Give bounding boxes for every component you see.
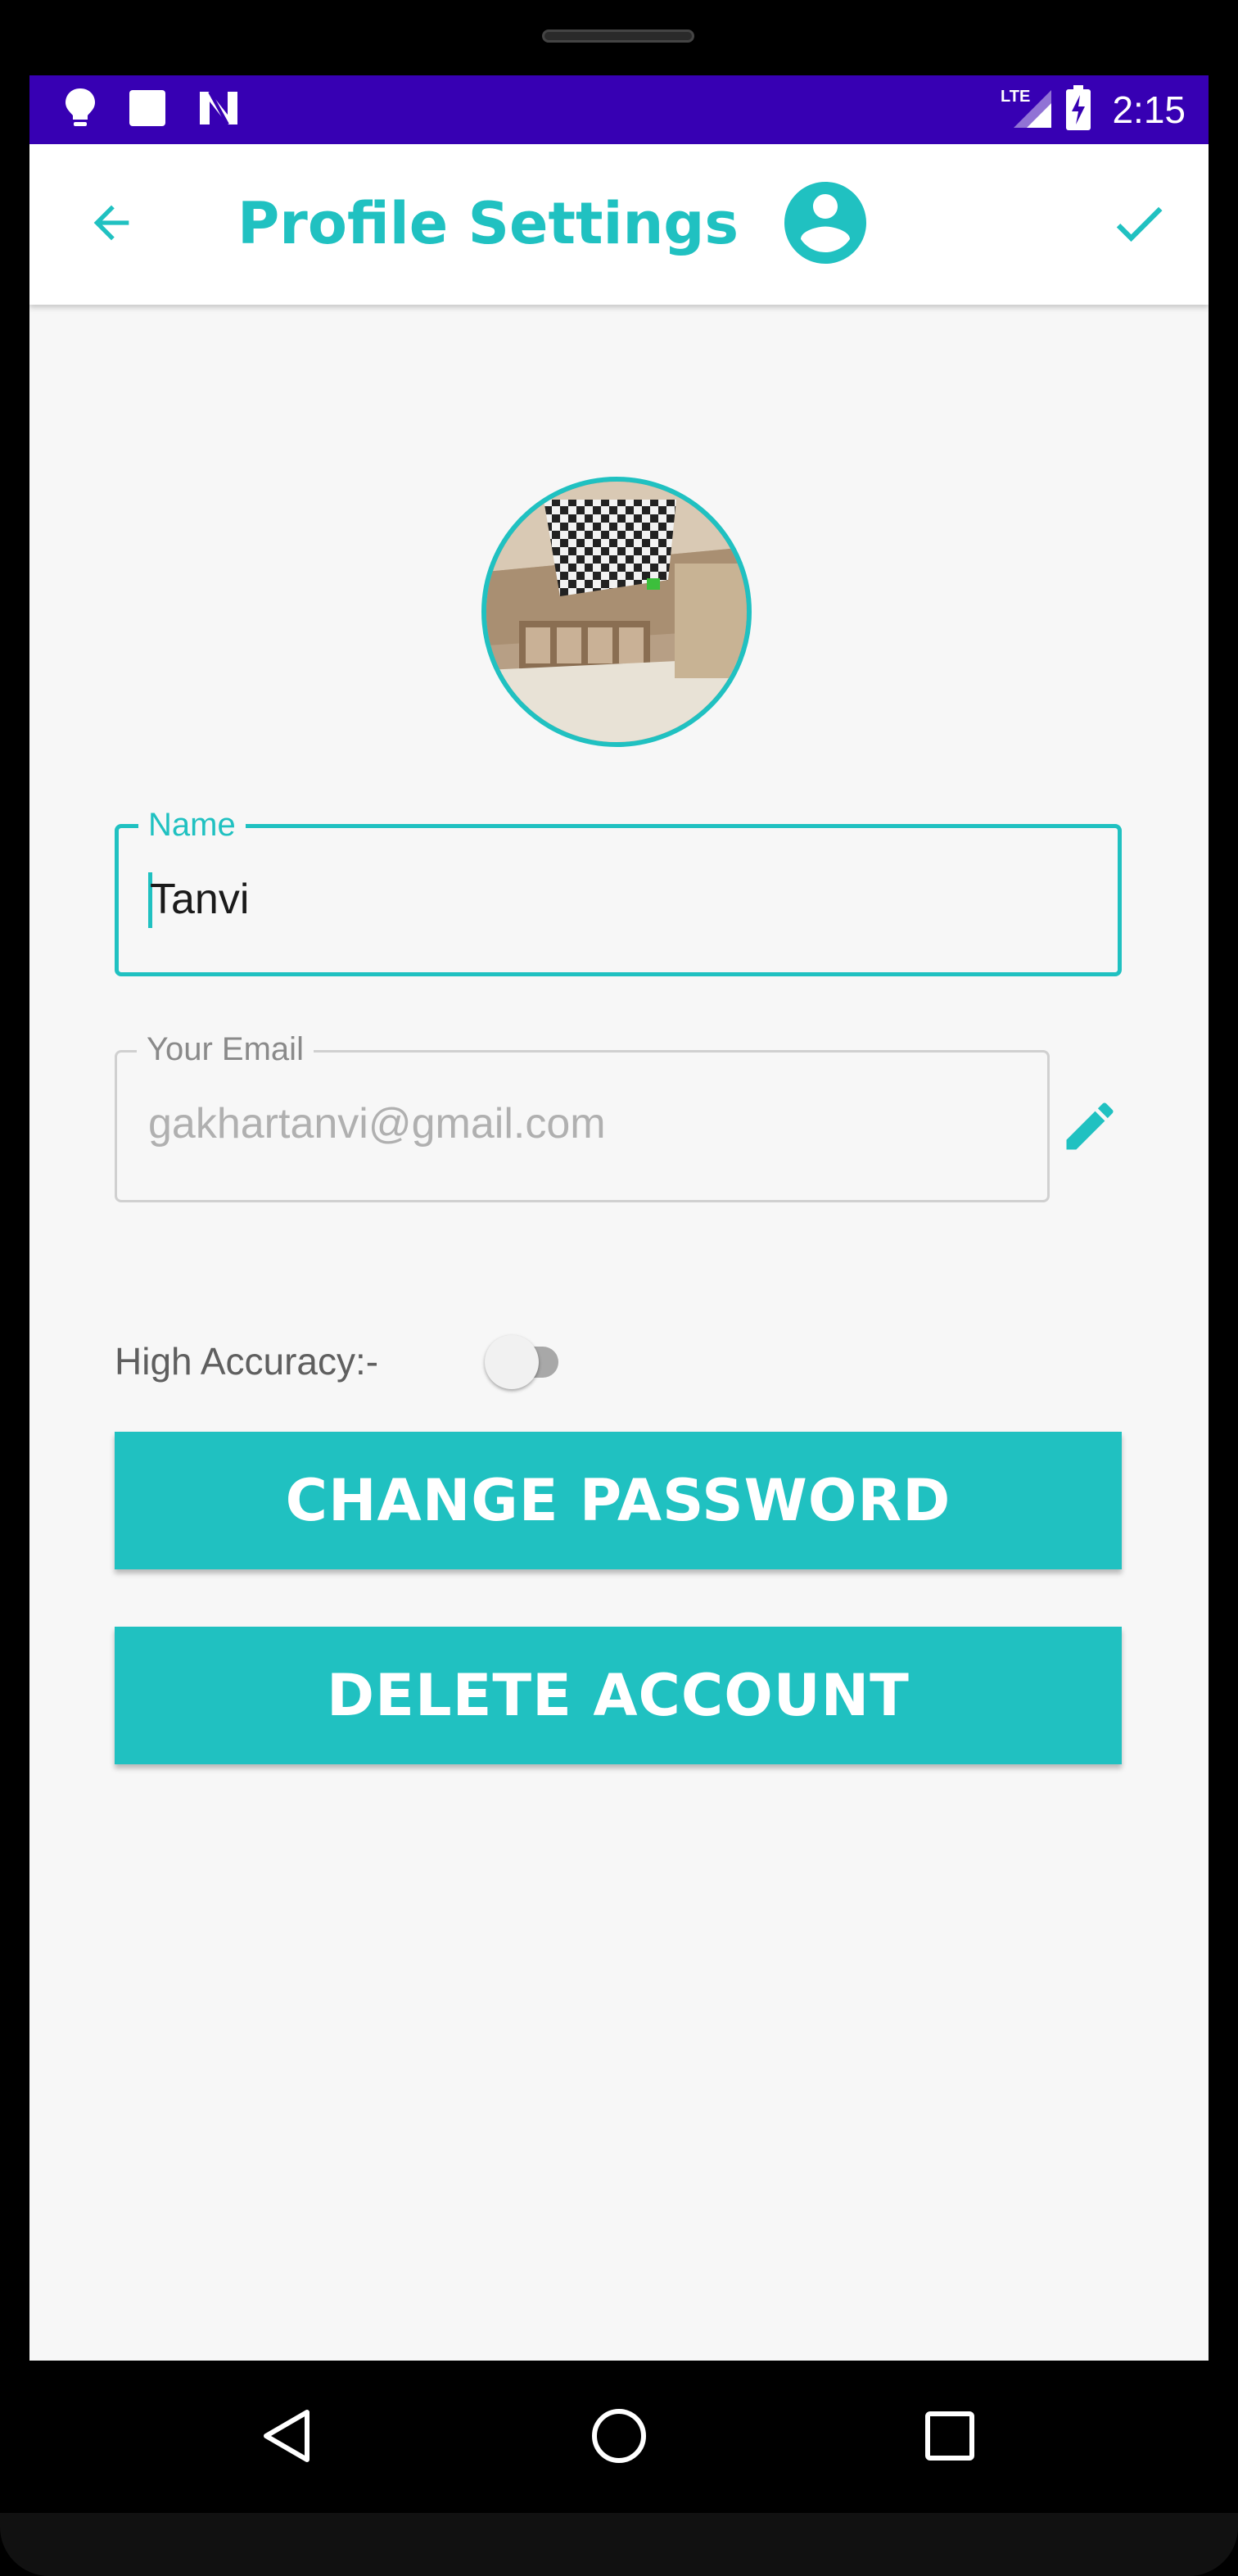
nav-recents-icon	[924, 2411, 975, 2465]
account-circle-icon	[776, 174, 874, 272]
nav-home-icon	[590, 2406, 648, 2470]
notification-icons	[62, 88, 241, 131]
high-accuracy-label: High Accuracy:-	[115, 1340, 379, 1383]
nav-recents-button[interactable]	[910, 2398, 989, 2477]
speaker-grille	[542, 29, 694, 43]
check-icon	[1108, 192, 1170, 259]
lightbulb-icon	[62, 87, 98, 134]
profile-photo[interactable]	[481, 477, 752, 747]
email-field[interactable]: Your Email gakhartanvi@gmail.com	[115, 1030, 1050, 1202]
email-value: gakhartanvi@gmail.com	[148, 1100, 606, 1148]
clock: 2:15	[1112, 88, 1186, 131]
edit-email-button[interactable]	[1053, 1091, 1127, 1165]
arrow-back-icon	[85, 197, 138, 253]
nav-back-button[interactable]	[249, 2398, 328, 2477]
navigation-bar	[0, 2361, 1238, 2513]
battery-charging-icon	[1064, 84, 1092, 135]
toggle-thumb	[485, 1335, 539, 1389]
app-screen: LTE 2:15 Profile Settings Name Tanvi You…	[29, 75, 1209, 2361]
name-field[interactable]: Name Tanvi	[115, 805, 1122, 976]
page-title: Profile Settings	[237, 190, 739, 257]
delete-account-button[interactable]: DELETE ACCOUNT	[115, 1627, 1122, 1764]
device-frame: LTE 2:15 Profile Settings Name Tanvi You…	[0, 0, 1238, 2576]
name-value: Tanvi	[150, 876, 250, 923]
lte-signal-icon: LTE	[1001, 85, 1053, 135]
status-bar: LTE 2:15	[29, 75, 1209, 144]
email-label: Your Email	[137, 1030, 314, 1069]
nav-home-button[interactable]	[580, 2398, 658, 2477]
save-button[interactable]	[1102, 188, 1176, 262]
high-accuracy-toggle[interactable]	[462, 1329, 576, 1394]
app-bar: Profile Settings	[29, 144, 1209, 305]
square-icon	[128, 88, 167, 132]
change-password-button[interactable]: CHANGE PASSWORD	[115, 1432, 1122, 1569]
nav-back-icon	[260, 2407, 317, 2469]
back-button[interactable]	[79, 192, 144, 257]
system-status-icons: LTE 2:15	[1001, 84, 1186, 135]
pencil-icon	[1059, 1095, 1121, 1161]
device-bottom-bezel	[0, 2513, 1238, 2576]
n-icon	[197, 88, 241, 132]
name-label: Name	[138, 805, 246, 844]
lte-text: LTE	[1001, 88, 1030, 106]
